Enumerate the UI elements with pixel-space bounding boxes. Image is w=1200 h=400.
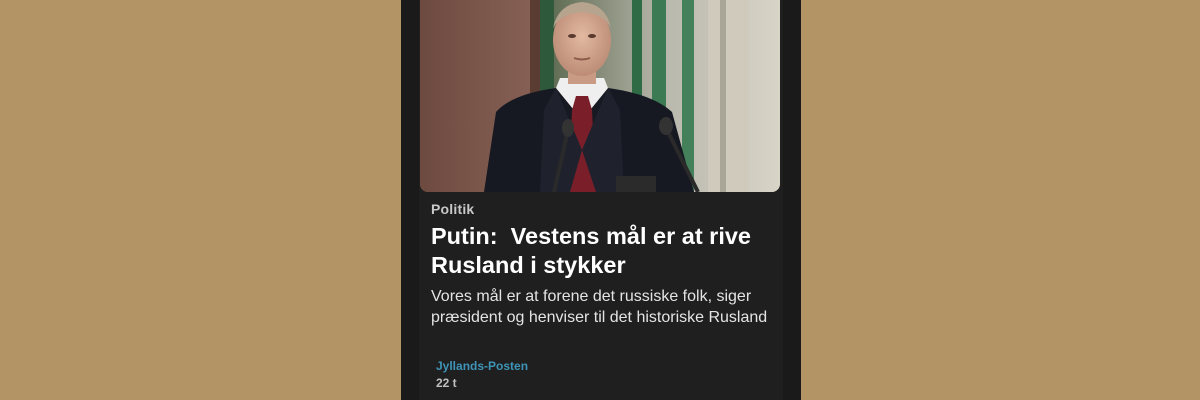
article-photo-illustration <box>420 0 780 192</box>
screen-edge-right <box>783 0 801 400</box>
article-summary: Vores mål er at forene det russiske folk… <box>431 288 768 326</box>
article-headline[interactable]: Putin: Vestens mål er at rive Rusland i … <box>431 222 771 280</box>
article-photo[interactable] <box>420 0 780 192</box>
article-timestamp: 22 t <box>436 376 457 390</box>
article-category: Politik <box>431 201 475 217</box>
article-source-link[interactable]: Jyllands-Posten <box>436 359 528 373</box>
news-article-card[interactable]: Politik Putin: Vestens mål er at rive Ru… <box>419 0 783 400</box>
phone-screen: Politik Putin: Vestens mål er at rive Ru… <box>401 0 801 400</box>
screen-edge-left <box>401 0 419 400</box>
